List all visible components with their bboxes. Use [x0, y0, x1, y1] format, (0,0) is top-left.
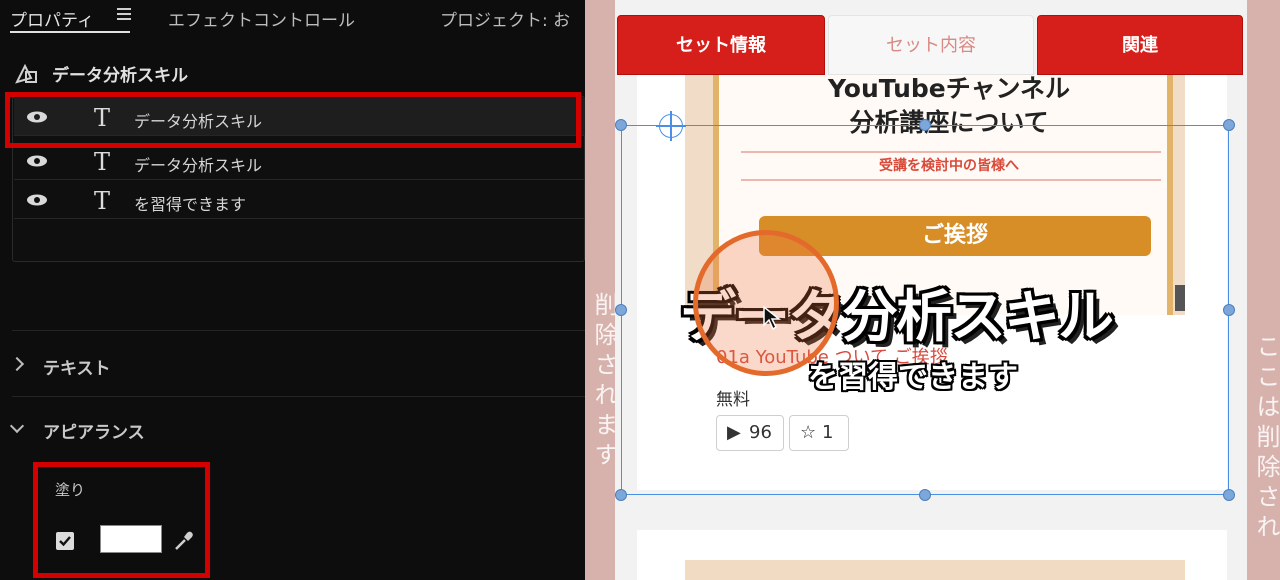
layer-list: T データ分析スキル T データ分析スキル T を習得できます	[12, 96, 585, 262]
next-thumbnail	[685, 560, 1185, 580]
site-tab-related[interactable]: 関連	[1037, 15, 1243, 75]
layer-name: データ分析スキル	[134, 156, 263, 175]
checkmark-icon	[59, 536, 71, 547]
text-layer-icon: T	[94, 104, 111, 132]
fill-label: 塗り	[55, 481, 86, 499]
active-tab-underline	[10, 31, 130, 33]
click-highlight-ring	[693, 230, 839, 376]
section-appearance[interactable]: アピアランス	[43, 418, 145, 443]
graphic-shape-icon	[15, 63, 37, 84]
resize-handle[interactable]	[919, 489, 931, 501]
resize-handle[interactable]	[615, 489, 627, 501]
resize-handle[interactable]	[615, 119, 627, 131]
eye-icon[interactable]	[26, 111, 48, 123]
chevron-down-icon[interactable]	[9, 418, 25, 434]
fill-checkbox[interactable]	[56, 532, 74, 550]
tab-effect-controls[interactable]: エフェクトコントロール	[168, 6, 355, 31]
site-tab-set-contents[interactable]: セット内容	[828, 15, 1034, 75]
resize-handle[interactable]	[1223, 119, 1235, 131]
layer-name: データ分析スキル	[134, 112, 263, 131]
eye-icon[interactable]	[26, 194, 48, 206]
resize-handle[interactable]	[1223, 489, 1235, 501]
section-divider	[12, 396, 585, 397]
video-preview: 削除されます ここは削除され セット情報 セット内容 関連 YouTubeチャン…	[585, 0, 1280, 580]
resize-handle[interactable]	[919, 119, 931, 131]
graphic-group-title: データ分析スキル	[52, 66, 188, 86]
layer-row[interactable]: T を習得できます	[14, 181, 585, 219]
resize-handle[interactable]	[615, 304, 627, 316]
layer-row[interactable]: T データ分析スキル	[14, 142, 585, 180]
mouse-cursor-icon	[763, 305, 782, 331]
eye-icon[interactable]	[26, 155, 48, 167]
resize-handle[interactable]	[1223, 304, 1235, 316]
next-lesson-card	[637, 530, 1227, 580]
layer-row[interactable]: T データ分析スキル	[14, 98, 585, 136]
eyedropper-icon[interactable]	[172, 529, 196, 553]
anchor-point-icon[interactable]	[656, 111, 686, 141]
layer-name: を習得できます	[134, 195, 247, 214]
side-vertical-text-right: ここは削除され	[1252, 334, 1280, 544]
section-divider	[12, 330, 585, 331]
panel-tabbar: プロパティ エフェクトコントロール プロジェクト: お	[0, 0, 585, 34]
panel-menu-icon[interactable]	[117, 8, 131, 22]
tab-project[interactable]: プロジェクト: お	[440, 6, 570, 31]
telop-sub-text[interactable]: を習得できます	[808, 352, 1018, 396]
fill-color-swatch[interactable]	[100, 525, 162, 553]
tab-properties[interactable]: プロパティ	[10, 6, 94, 31]
site-tab-set-info[interactable]: セット情報	[617, 15, 825, 75]
text-layer-icon: T	[94, 187, 111, 215]
text-layer-icon: T	[94, 148, 111, 176]
thumbnail-heading-1: YouTubeチャンネル	[828, 75, 1070, 103]
chevron-right-icon[interactable]	[9, 356, 25, 372]
properties-panel: プロパティ エフェクトコントロール プロジェクト: お データ分析スキル T デ…	[0, 0, 585, 580]
section-text[interactable]: テキスト	[43, 354, 111, 379]
